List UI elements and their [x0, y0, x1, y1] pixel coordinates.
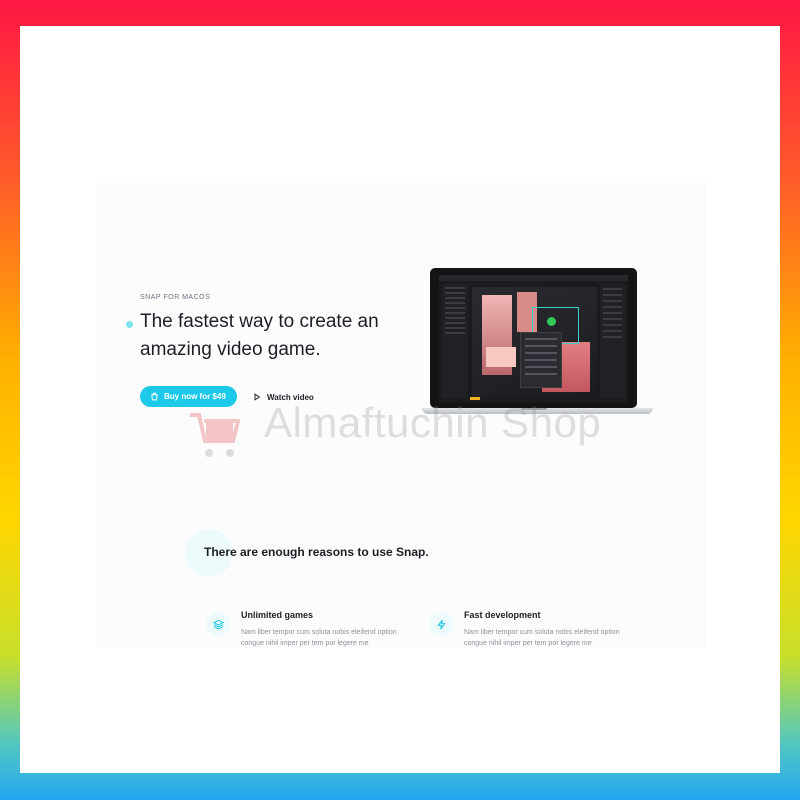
hero-headline: The fastest way to create an amazing vid…: [140, 311, 379, 360]
feature-description: Nam liber tempor cum soluta nobis eleife…: [241, 629, 397, 647]
buy-now-button[interactable]: Buy now for $49: [140, 386, 237, 407]
laptop-bezel: [430, 268, 637, 408]
watch-video-link[interactable]: Watch video: [253, 389, 314, 405]
laptop-mockup: [422, 268, 662, 416]
feature-title: Fast development: [464, 610, 541, 620]
layers-icon: [212, 619, 224, 629]
shopping-bag-icon: [151, 392, 158, 401]
image-frame: SNAP FOR MACOS The fastest way to create…: [20, 26, 780, 773]
decorative-dot: [126, 321, 133, 328]
watch-video-label: Watch video: [267, 392, 314, 402]
lightning-icon: [436, 619, 446, 629]
reasons-title: There are enough reasons to use Snap.: [204, 545, 429, 559]
buy-now-label: Buy now for $49: [164, 392, 226, 401]
feature-title: Unlimited games: [241, 610, 314, 620]
play-icon: [254, 393, 261, 401]
feature-description: Nam liber tempor cum soluta nobis eleife…: [464, 629, 620, 647]
hero-eyebrow: SNAP FOR MACOS: [140, 294, 211, 301]
landing-page: SNAP FOR MACOS The fastest way to create…: [96, 178, 706, 648]
app-screenshot: [439, 275, 628, 403]
